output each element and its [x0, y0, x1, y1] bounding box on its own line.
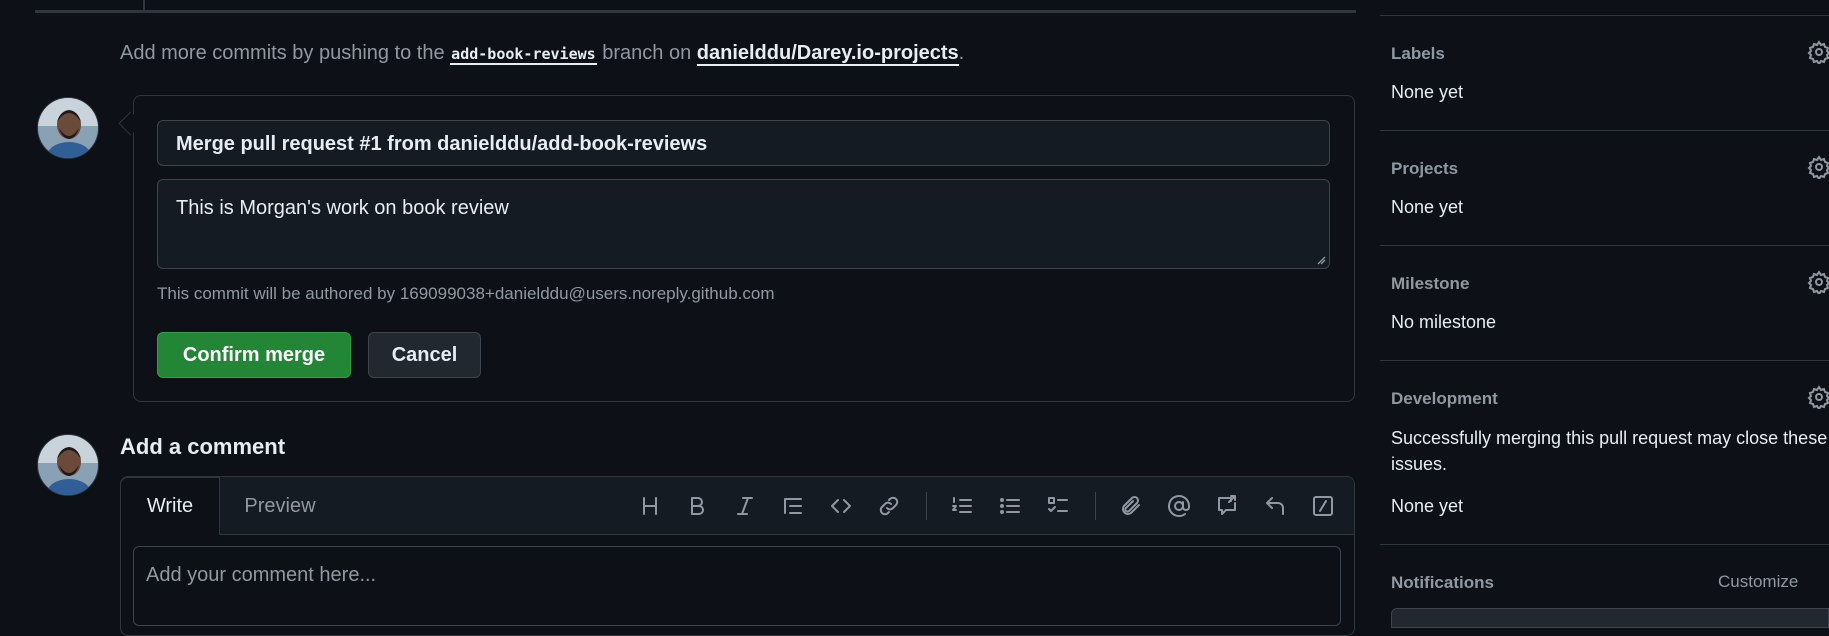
projects-heading[interactable]: Projects: [1391, 159, 1458, 179]
cancel-button[interactable]: Cancel: [368, 332, 481, 378]
commit-message-textarea[interactable]: This is Morgan's work on book review: [157, 179, 1330, 269]
labels-value: None yet: [1391, 82, 1464, 102]
tab-write[interactable]: Write: [120, 477, 220, 535]
milestone-heading[interactable]: Milestone: [1391, 274, 1469, 294]
attach-icon[interactable]: [1116, 491, 1146, 521]
slash-command-icon[interactable]: [1308, 491, 1338, 521]
development-value: None yet: [1391, 496, 1464, 516]
reference-icon[interactable]: [1212, 491, 1242, 521]
toolbar-divider: [1095, 492, 1096, 520]
toolbar-divider: [926, 492, 927, 520]
timeline-top-border: [35, 10, 1356, 13]
confirm-merge-button[interactable]: Confirm merge: [157, 332, 351, 378]
comment-textarea[interactable]: Add your comment here...: [133, 546, 1341, 626]
push-hint-middle: branch on: [602, 42, 692, 64]
gear-icon[interactable]: [1807, 385, 1829, 411]
development-description: Successfully merging this pull request m…: [1391, 428, 1828, 474]
subscribe-button[interactable]: [1391, 608, 1829, 628]
comment-avatar[interactable]: [37, 434, 99, 496]
mention-icon[interactable]: [1164, 491, 1194, 521]
task-list-icon[interactable]: [1043, 491, 1073, 521]
avatar-image: [38, 98, 98, 158]
link-icon[interactable]: [874, 491, 904, 521]
development-heading[interactable]: Development: [1391, 389, 1498, 409]
projects-value: None yet: [1391, 197, 1464, 217]
notifications-heading: Notifications: [1391, 573, 1494, 592]
avatar[interactable]: [37, 97, 99, 159]
push-hint-suffix: .: [958, 42, 965, 64]
push-hint: Add more commits by pushing to the add-b…: [120, 42, 965, 66]
italic-icon[interactable]: [730, 491, 760, 521]
commit-message-value: This is Morgan's work on book review: [176, 197, 509, 219]
commit-author-note: This commit will be authored by 16909903…: [157, 284, 775, 303]
sidebar-divider: [1380, 360, 1829, 361]
bold-icon[interactable]: [682, 491, 712, 521]
heading-icon[interactable]: [635, 491, 665, 521]
timeline-divider: [143, 0, 145, 12]
sidebar-divider: [1380, 130, 1829, 131]
push-hint-prefix: Add more commits by pushing to the: [120, 42, 445, 64]
ordered-list-icon[interactable]: [947, 491, 977, 521]
sidebar-divider: [1380, 245, 1829, 246]
repo-link[interactable]: danielddu/Darey.io-projects: [696, 42, 959, 66]
unordered-list-icon[interactable]: [995, 491, 1025, 521]
labels-heading[interactable]: Labels: [1391, 44, 1445, 64]
avatar-image: [38, 435, 98, 495]
sidebar-divider: [1380, 15, 1829, 16]
reply-icon[interactable]: [1260, 491, 1290, 521]
milestone-value: No milestone: [1391, 312, 1497, 332]
add-comment-heading: Add a comment: [120, 434, 286, 459]
branch-name[interactable]: add-book-reviews: [450, 45, 597, 65]
tab-preview[interactable]: Preview: [230, 477, 330, 535]
resize-handle-icon[interactable]: [1316, 255, 1326, 265]
gear-icon[interactable]: [1807, 155, 1829, 181]
gear-icon[interactable]: [1807, 40, 1829, 66]
gear-icon[interactable]: [1807, 270, 1829, 296]
sidebar-divider: [1380, 544, 1829, 545]
quote-icon[interactable]: [778, 491, 808, 521]
code-icon[interactable]: [826, 491, 856, 521]
customize-link[interactable]: Customize: [1718, 572, 1798, 592]
commit-title-input[interactable]: Merge pull request #1 from danielddu/add…: [157, 120, 1330, 166]
